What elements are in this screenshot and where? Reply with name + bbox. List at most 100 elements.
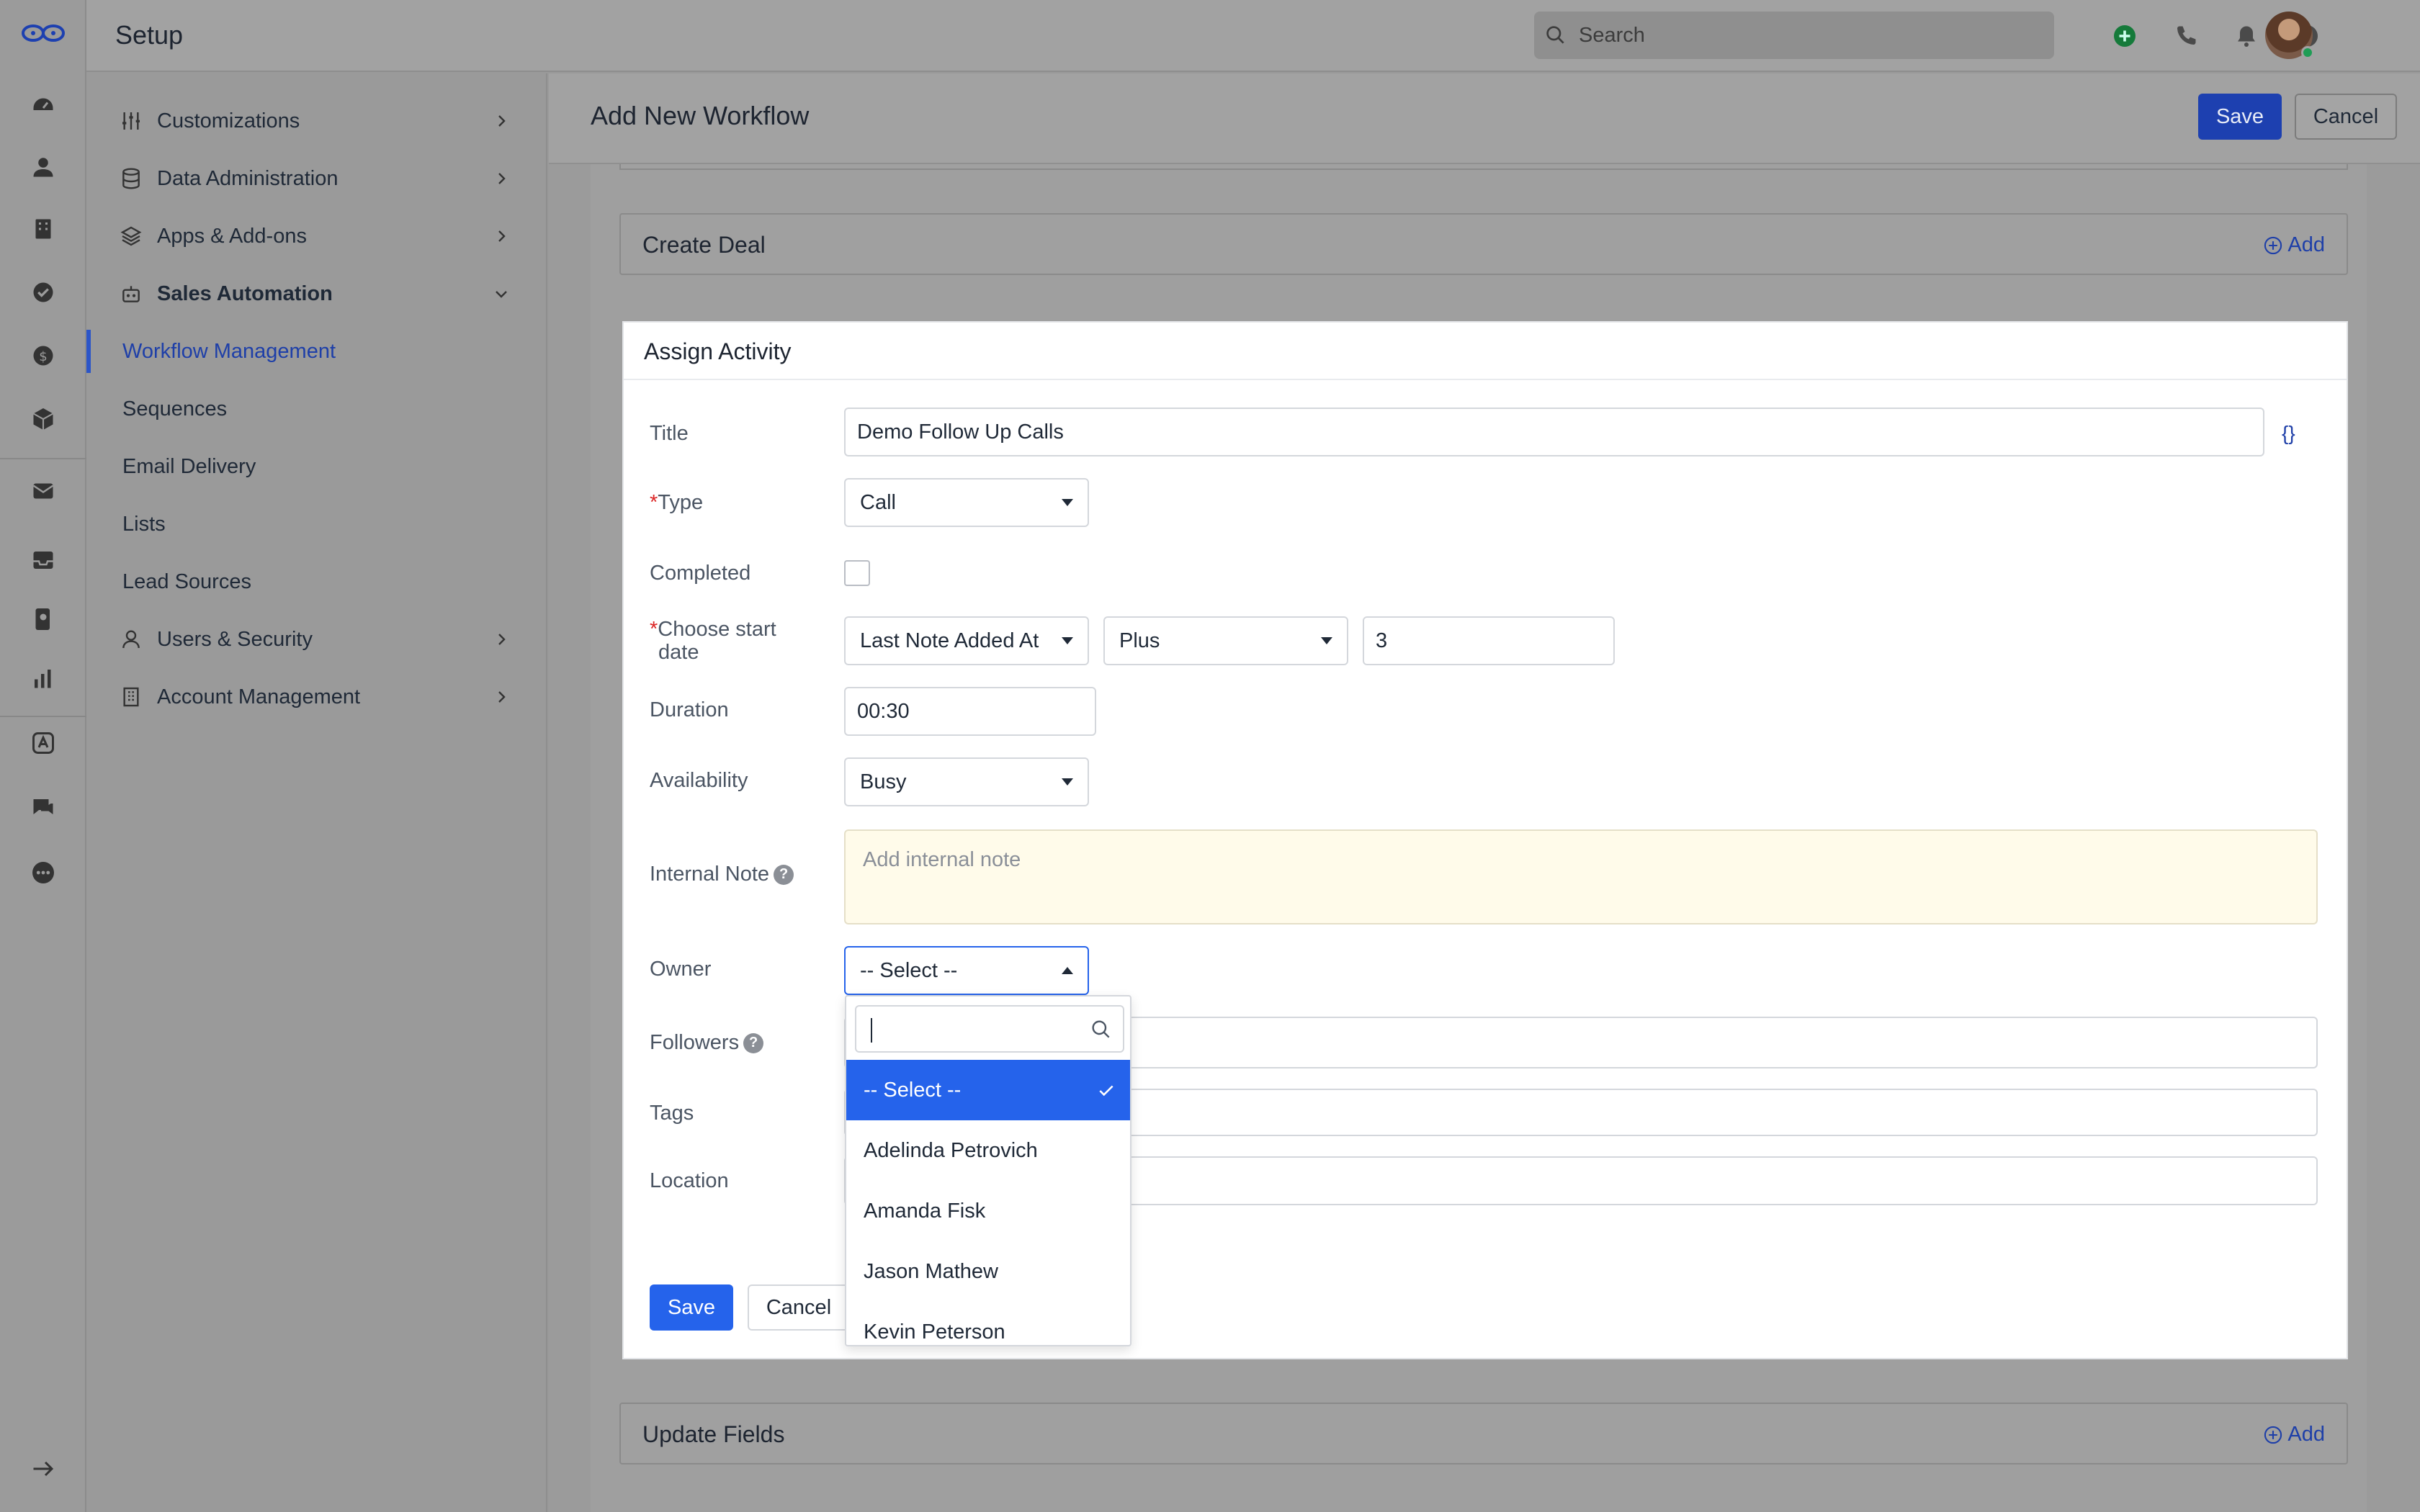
activity-cancel-button[interactable]: Cancel — [748, 1284, 850, 1331]
completed-checkbox[interactable] — [844, 560, 870, 586]
start-op-value: Plus — [1119, 629, 1160, 652]
bell-icon[interactable] — [2231, 20, 2262, 52]
availability-select[interactable]: Busy — [844, 757, 1089, 806]
apps-icon[interactable] — [27, 727, 59, 759]
required-marker: * — [650, 491, 658, 514]
followers-label-text: Followers — [650, 1031, 740, 1054]
nav-sales-automation[interactable]: Sales Automation — [86, 272, 547, 315]
title-label: Title — [650, 422, 689, 445]
start-date-amount-input[interactable]: 3 — [1363, 616, 1615, 665]
nav-apps-addons[interactable]: Apps & Add-ons — [86, 215, 547, 258]
add-label: Add — [2287, 1423, 2325, 1446]
chevron-right-icon — [498, 634, 506, 645]
inbox-icon[interactable] — [27, 544, 59, 576]
owner-select[interactable]: -- Select -- — [844, 946, 1089, 995]
products-icon[interactable] — [27, 403, 59, 435]
section-title: Update Fields — [642, 1421, 785, 1447]
expand-icon[interactable] — [27, 1453, 59, 1485]
start-date-label-line2: date — [658, 641, 699, 664]
caret-up-icon — [1062, 967, 1073, 974]
search-icon — [1092, 1020, 1110, 1038]
contacts-icon[interactable] — [27, 151, 59, 183]
header-cancel-button[interactable]: Cancel — [2295, 94, 2397, 140]
app-title: Setup — [115, 20, 184, 50]
search-input[interactable] — [1579, 12, 2040, 59]
global-search[interactable] — [1534, 12, 2054, 59]
owner-value: -- Select -- — [860, 958, 958, 982]
add-label: Add — [2287, 233, 2325, 256]
logo-icon[interactable] — [20, 17, 66, 49]
card-title: Assign Activity — [644, 338, 792, 364]
start-field-value: Last Note Added At — [860, 629, 1039, 652]
phone-icon[interactable] — [2170, 20, 2202, 52]
database-icon — [122, 168, 140, 189]
nav-workflow-management[interactable]: Workflow Management — [86, 330, 547, 373]
activity-save-button[interactable]: Save — [650, 1284, 733, 1331]
card-header: Assign Activity — [624, 323, 2347, 380]
nav-customizations[interactable]: Customizations — [86, 99, 547, 143]
availability-value: Busy — [860, 770, 907, 793]
start-date-field-select[interactable]: Last Note Added At — [844, 616, 1089, 665]
nav-label: Email Delivery — [122, 454, 256, 478]
svg-text:$: $ — [39, 349, 47, 364]
nav-label: Workflow Management — [122, 339, 336, 363]
phone-book-icon[interactable] — [27, 603, 59, 635]
add-icon[interactable] — [2109, 20, 2141, 52]
nav-label: Lists — [122, 512, 166, 536]
owner-option-select[interactable]: -- Select -- — [846, 1060, 1130, 1120]
online-status-icon — [2301, 46, 2314, 59]
duration-input[interactable]: 00:30 — [844, 687, 1096, 736]
help-icon[interactable]: ? — [774, 864, 794, 885]
help-icon[interactable]: ? — [743, 1032, 764, 1053]
plus-circle-icon — [2264, 1426, 2282, 1444]
chevron-right-icon — [498, 691, 506, 703]
required-marker: * — [650, 618, 658, 641]
user-icon — [122, 630, 140, 649]
nav-email-delivery[interactable]: Email Delivery — [86, 445, 547, 488]
add-update-fields-button[interactable]: Add — [2263, 1423, 2325, 1446]
plus-circle-icon — [2264, 236, 2282, 254]
caret-down-icon — [1321, 637, 1332, 644]
text-cursor — [871, 1018, 872, 1043]
option-label: Amanda Fisk — [864, 1199, 986, 1223]
chevron-right-icon — [498, 230, 506, 242]
accounts-icon[interactable] — [27, 213, 59, 245]
dashboard-icon[interactable] — [27, 88, 59, 120]
owner-dropdown-menu: -- Select -- Adelinda Petrovich Amanda F… — [845, 995, 1131, 1346]
start-date-operator-select[interactable]: Plus — [1103, 616, 1348, 665]
type-label: *Type — [650, 491, 703, 515]
nav-sequences[interactable]: Sequences — [86, 387, 547, 431]
insert-token-button[interactable]: {} — [2282, 422, 2295, 445]
owner-option-kevin-peterson[interactable]: Kevin Peterson — [846, 1302, 1130, 1345]
header-save-button[interactable]: Save — [2198, 94, 2282, 140]
nav-account-management[interactable]: Account Management — [86, 675, 547, 719]
nav-lists[interactable]: Lists — [86, 503, 547, 546]
option-label: Adelinda Petrovich — [864, 1138, 1038, 1162]
owner-option-adelinda-petrovich[interactable]: Adelinda Petrovich — [846, 1120, 1130, 1181]
section-update-fields: Update Fields Add — [619, 1403, 2348, 1464]
nav-label: Sequences — [122, 397, 228, 420]
type-select[interactable]: Call — [844, 478, 1089, 527]
owner-dropdown-search-input[interactable] — [855, 1005, 1124, 1053]
add-create-deal-button[interactable]: Add — [2263, 233, 2325, 257]
followers-label: Followers ? — [650, 1031, 764, 1055]
title-input[interactable]: Demo Follow Up Calls — [844, 408, 2264, 456]
tags-label: Tags — [650, 1102, 694, 1125]
caret-down-icon — [1062, 499, 1073, 506]
tasks-icon[interactable] — [27, 276, 59, 308]
check-icon — [1099, 1085, 1113, 1097]
owner-option-jason-mathew[interactable]: Jason Mathew — [846, 1241, 1130, 1302]
nav-lead-sources[interactable]: Lead Sources — [86, 560, 547, 603]
internal-note-textarea[interactable]: Add internal note — [844, 829, 2318, 924]
more-icon[interactable] — [27, 857, 59, 888]
reports-icon[interactable] — [27, 662, 59, 694]
completed-label: Completed — [650, 562, 751, 585]
owner-option-amanda-fisk[interactable]: Amanda Fisk — [846, 1181, 1130, 1241]
deals-icon[interactable]: $ — [27, 340, 59, 372]
nav-data-administration[interactable]: Data Administration — [86, 157, 547, 200]
app-rail: $ — [0, 0, 86, 1512]
previous-section-edge — [619, 164, 2348, 170]
nav-users-security[interactable]: Users & Security — [86, 618, 547, 661]
email-icon[interactable] — [27, 475, 59, 507]
chat-icon[interactable] — [27, 792, 59, 824]
